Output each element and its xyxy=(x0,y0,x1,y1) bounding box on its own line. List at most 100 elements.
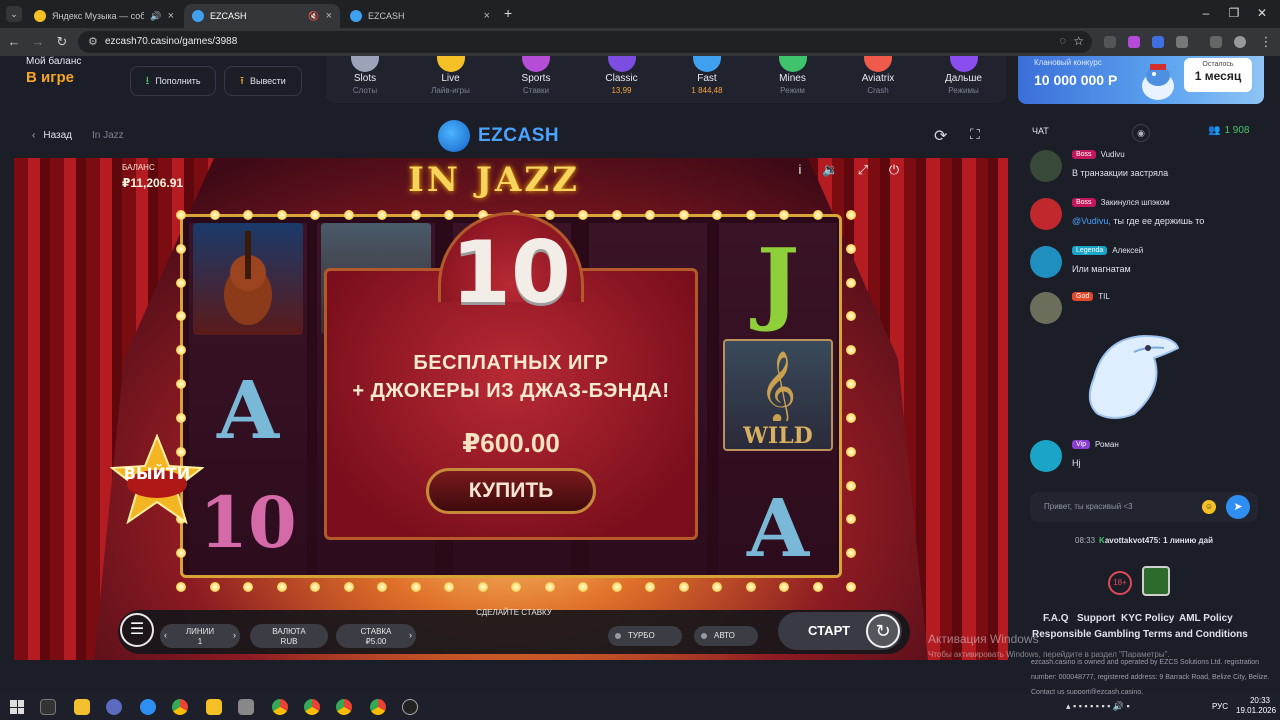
chevron-left-icon[interactable]: ‹ xyxy=(164,630,167,640)
license-badge-icon[interactable] xyxy=(1142,566,1170,596)
minimize-button[interactable]: – xyxy=(1196,6,1216,20)
auto-toggle[interactable]: АВТО xyxy=(694,626,758,646)
terminal-icon[interactable] xyxy=(40,699,56,715)
reload-game-icon[interactable]: ⟳ xyxy=(934,126,947,146)
avatar[interactable] xyxy=(1030,246,1062,278)
chrome-icon[interactable] xyxy=(172,699,188,715)
language-indicator[interactable]: РУС xyxy=(1212,702,1228,711)
avatar[interactable] xyxy=(1030,198,1062,230)
promo-banner[interactable]: Клановый конкурс 10 000 000 Р Осталось 1… xyxy=(1018,56,1264,104)
terms-link[interactable]: Terms and Conditions xyxy=(1143,629,1248,640)
mention[interactable]: @Vudivu, xyxy=(1072,216,1111,226)
tray-icons[interactable]: ▴ ▪ ▪ ▪ ▪ ▪ ▪ ▪ 🔊 ▪ xyxy=(1066,701,1130,712)
url-text[interactable]: ezcash70.casino/games/3988 xyxy=(105,36,237,47)
close-tab-icon[interactable]: × xyxy=(168,10,174,22)
extension-icon[interactable] xyxy=(1104,36,1116,48)
extension-icon[interactable] xyxy=(1152,36,1164,48)
chat-input[interactable]: Привет, ты красивый <3 ☺ ➤ xyxy=(1030,492,1258,522)
app-icon[interactable] xyxy=(402,699,418,715)
clock-time[interactable]: 20:33 xyxy=(1236,696,1270,705)
bet-selector[interactable]: СТАВКА ₽5.00 › xyxy=(336,624,416,648)
turbo-toggle[interactable]: ТУРБО xyxy=(608,626,682,646)
sound-icon[interactable]: 🔉 xyxy=(822,162,838,178)
nav-item-aviatrix[interactable]: Aviatrix Crash xyxy=(843,56,913,95)
app-icon[interactable] xyxy=(106,699,122,715)
avatar[interactable] xyxy=(1030,150,1062,182)
reload-icon[interactable]: ↻ xyxy=(54,34,70,50)
lines-selector[interactable]: ‹ ЛИНИИ 1 › xyxy=(160,624,240,648)
file-explorer-icon[interactable] xyxy=(74,699,90,715)
emoji-icon[interactable]: ☺ xyxy=(1202,500,1216,514)
ezcash-logo[interactable]: EZCASH xyxy=(438,120,559,152)
nav-item-live[interactable]: Live Лайв-игры xyxy=(416,56,486,95)
clock-date[interactable]: 19.01.2026 xyxy=(1236,706,1276,715)
tab-search-button[interactable]: ⌄ xyxy=(6,6,22,22)
menu-kebab-icon[interactable]: ⋮ xyxy=(1258,34,1274,50)
site-info-icon[interactable]: ⚙ xyxy=(88,35,98,48)
nav-item-sports[interactable]: Sports Ставки xyxy=(501,56,571,95)
chat-input-placeholder[interactable]: Привет, ты красивый <3 xyxy=(1044,502,1133,511)
back-arrow-icon[interactable]: ← xyxy=(6,34,22,49)
chrome-icon[interactable] xyxy=(336,699,352,715)
close-tab-icon[interactable]: × xyxy=(484,10,490,22)
tab-ezcash-active[interactable]: EZCASH 🔇 × xyxy=(184,4,340,28)
exit-button[interactable]: ВЫЙТИ xyxy=(110,464,204,483)
close-tab-icon[interactable]: × xyxy=(326,10,332,22)
currency-selector[interactable]: ВАЛЮТА RUB xyxy=(250,624,328,648)
audio-icon[interactable]: 🔊 xyxy=(150,11,161,22)
chevron-right-icon[interactable]: › xyxy=(409,630,412,640)
game-menu-button[interactable]: ☰ xyxy=(120,613,154,647)
eye-off-icon[interactable]: ◌ xyxy=(1059,35,1066,47)
telegram-icon[interactable] xyxy=(140,699,156,715)
username[interactable]: Закинулся шпэком xyxy=(1101,198,1170,207)
profile-avatar[interactable] xyxy=(1234,36,1246,48)
power-icon[interactable]: ⏻ xyxy=(886,162,902,178)
avatar[interactable] xyxy=(1030,440,1062,472)
support-link[interactable]: Support xyxy=(1077,613,1115,624)
username[interactable]: Алексей xyxy=(1112,246,1143,255)
responsible-gambling-link[interactable]: Responsible Gambling xyxy=(1032,629,1140,640)
restore-button[interactable]: ❐ xyxy=(1224,6,1244,20)
app-icon[interactable] xyxy=(238,699,254,715)
withdraw-button[interactable]: ⭱ Вывести xyxy=(224,66,302,96)
back-button[interactable]: ‹ Назад xyxy=(32,130,72,141)
chevron-right-icon[interactable]: › xyxy=(233,630,236,640)
nav-item-mines[interactable]: Mines Режим xyxy=(758,56,828,95)
eye-icon[interactable]: ◉ xyxy=(1132,124,1150,142)
extension-icon[interactable] xyxy=(1128,36,1140,48)
address-bar[interactable]: ⚙ ezcash70.casino/games/3988 ◌ ☆ xyxy=(78,31,1092,53)
deposit-button[interactable]: ⭳ Пополнить xyxy=(130,66,216,96)
expand-icon[interactable]: ⤢ xyxy=(855,162,871,178)
aml-policy-link[interactable]: AML Policy xyxy=(1179,613,1233,624)
nav-item-fast[interactable]: Fast 1 844,48 xyxy=(672,56,742,95)
tab-yandex-music[interactable]: Яндекс Музыка — собирае 🔊 × xyxy=(26,4,182,28)
kyc-policy-link[interactable]: KYC Policy xyxy=(1121,613,1174,624)
username[interactable]: TIL xyxy=(1098,292,1110,301)
new-tab-button[interactable]: + xyxy=(504,5,512,21)
username[interactable]: Vudivu xyxy=(1101,150,1125,159)
game-canvas[interactable]: БАЛАНС ₽11,206.91 IN JAZZ i 🔉 ⤢ ⏻ A 10 J… xyxy=(14,158,1008,660)
faq-link[interactable]: F.A.Q xyxy=(1043,613,1069,624)
forward-arrow-icon[interactable]: → xyxy=(30,34,46,49)
chrome-icon[interactable] xyxy=(370,699,386,715)
nav-item-slots[interactable]: Slots Слоты xyxy=(330,56,400,95)
app-icon[interactable] xyxy=(206,699,222,715)
close-window-button[interactable]: ✕ xyxy=(1252,6,1272,20)
chrome-icon[interactable] xyxy=(304,699,320,715)
username[interactable]: Роман xyxy=(1095,440,1119,449)
start-menu-icon[interactable] xyxy=(10,700,24,714)
puzzle-icon[interactable] xyxy=(1176,36,1188,48)
muted-icon[interactable]: 🔇 xyxy=(308,11,319,22)
nav-item-classic[interactable]: Classic 13,99 xyxy=(587,56,657,95)
buy-button[interactable]: КУПИТЬ xyxy=(426,468,596,514)
chrome-icon[interactable] xyxy=(272,699,288,715)
fullscreen-icon[interactable]: ⛶ xyxy=(970,126,980,143)
bookmark-star-icon[interactable]: ☆ xyxy=(1073,34,1084,48)
info-icon[interactable]: i xyxy=(792,162,808,177)
tab-ezcash[interactable]: EZCASH × xyxy=(342,4,498,28)
spin-icon[interactable]: ↻ xyxy=(866,614,900,648)
tab-groups-icon[interactable] xyxy=(1210,36,1222,48)
send-icon[interactable]: ➤ xyxy=(1226,495,1250,519)
nav-item-дальше[interactable]: Дальше Режимы xyxy=(929,56,999,95)
avatar[interactable] xyxy=(1030,292,1062,324)
